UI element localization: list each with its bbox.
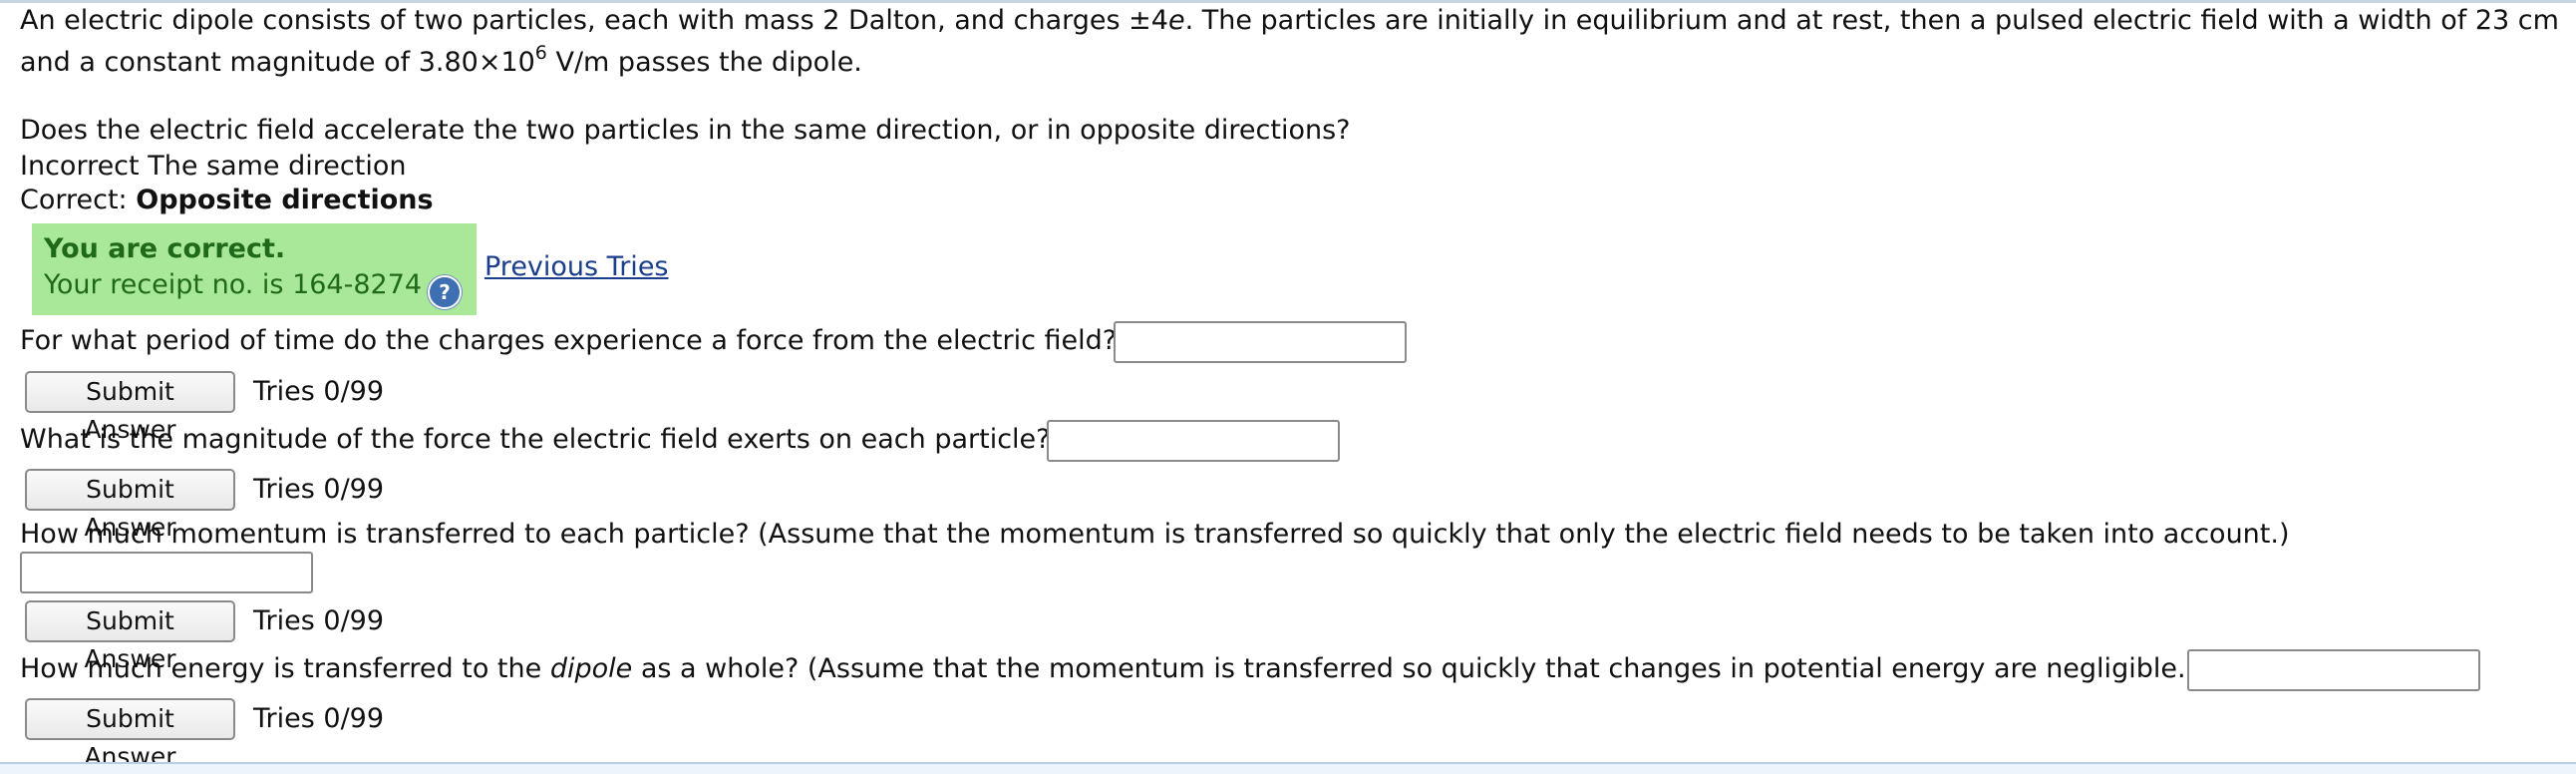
part2-question: For what period of time do the charges e… <box>20 325 1118 356</box>
part4-question: How much momentum is transferred to each… <box>20 519 2290 550</box>
part5-tries: Tries 0/99 <box>253 703 385 734</box>
intro-units-text: V/m passes the dipole. <box>546 47 862 78</box>
problem-intro-line-1: An electric dipole consists of two parti… <box>20 4 2559 38</box>
part3-submit-button[interactable]: Submit Answer <box>25 469 235 542</box>
part2-tries: Tries 0/99 <box>253 376 385 407</box>
part5-question: How much energy is transferred to the di… <box>20 652 2196 686</box>
part4-answer-input[interactable] <box>20 552 313 593</box>
part2-answer-input[interactable] <box>1114 321 1407 363</box>
part4-tries: Tries 0/99 <box>253 605 385 636</box>
incorrect-label: Incorrect <box>20 151 140 182</box>
part3-tries: Tries 0/99 <box>253 474 385 505</box>
part5-question-b: as a whole? (Assume that the momentum is… <box>632 653 2197 684</box>
status-correct-text: You are correct. <box>44 233 286 264</box>
part5-question-a: How much energy is transferred to the <box>20 653 550 684</box>
correct-answer: Opposite directions <box>136 185 434 215</box>
part1-correct-row: Correct: Opposite directions <box>20 184 434 217</box>
intro-field-text: and a constant magnitude of 3.80×10 <box>20 47 535 78</box>
part1-incorrect-row: Incorrect The same direction <box>20 150 406 184</box>
part2-submit-button[interactable]: Submit Answer <box>25 371 235 444</box>
part5-answer-input[interactable] <box>2187 649 2480 691</box>
intro-text-a: An electric dipole consists of two parti… <box>20 5 1168 36</box>
incorrect-answer: The same direction <box>148 151 407 182</box>
receipt-text: Your receipt no. is 164-8274 <box>44 269 423 300</box>
status-box: You are correct. Your receipt no. is 164… <box>32 223 477 315</box>
intro-charge-symbol: e <box>1167 5 1185 36</box>
problem-intro-line-2: and a constant magnitude of 3.80×106 V/m… <box>20 44 862 80</box>
help-icon[interactable]: ? <box>428 275 463 309</box>
top-divider <box>0 0 2576 3</box>
part5-question-italic: dipole <box>549 653 633 684</box>
part1-question: Does the electric field accelerate the t… <box>20 115 1351 146</box>
part3-question: What is the magnitude of the force the e… <box>20 424 1051 455</box>
previous-tries-link[interactable]: Previous Tries <box>484 250 669 284</box>
bottom-divider <box>0 762 2576 774</box>
correct-label: Correct: <box>20 185 128 215</box>
part4-submit-button[interactable]: Submit Answer <box>25 600 235 673</box>
part3-answer-input[interactable] <box>1047 420 1340 462</box>
part5-submit-button[interactable]: Submit Answer <box>25 698 235 771</box>
intro-text-b: . The particles are initially in equilib… <box>1184 5 2559 36</box>
intro-exponent: 6 <box>534 42 547 64</box>
